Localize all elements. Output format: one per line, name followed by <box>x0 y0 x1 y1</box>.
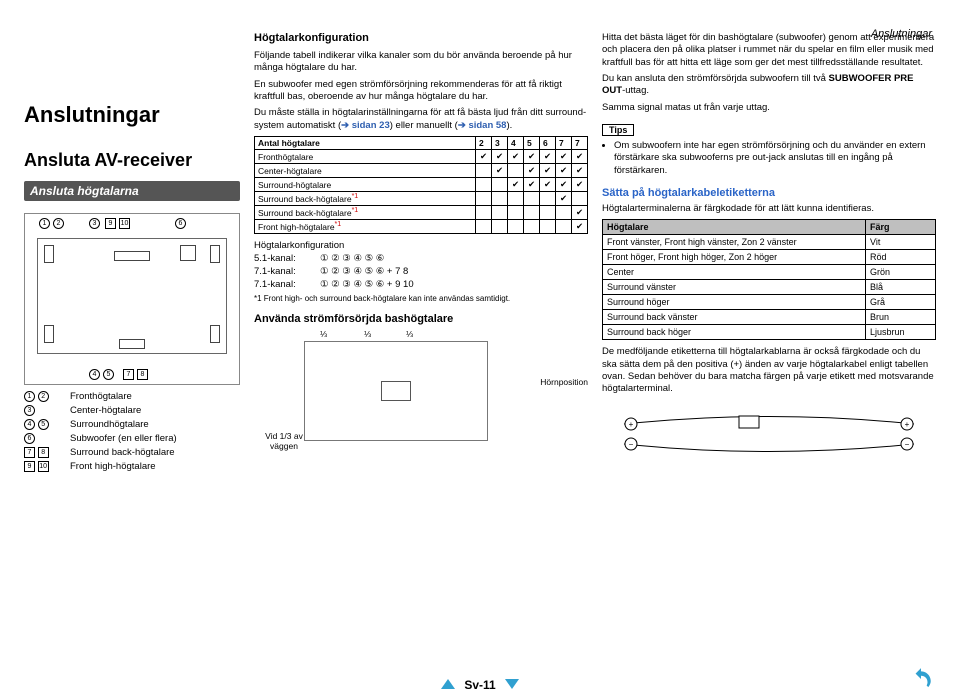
table-header: Antal högtalare <box>255 137 476 150</box>
page-link[interactable]: ➔ sidan 23 <box>341 120 390 131</box>
table-row-label: Center-högtalare <box>255 164 476 178</box>
enum-1: 1 <box>39 218 50 229</box>
tips-label: Tips <box>602 124 634 136</box>
enum-5: 5 <box>103 369 114 380</box>
speaker-icon <box>44 325 54 343</box>
room-outline <box>37 238 227 354</box>
enum-4: 4 <box>89 369 100 380</box>
page-title: Anslutningar <box>24 102 240 128</box>
speaker-count-table: Antal högtalare 2345677 Fronthögtalare✔✔… <box>254 136 588 234</box>
footnote: *1 Front high- och surround back-högtala… <box>254 294 588 303</box>
enum-6: 6 <box>175 218 186 229</box>
legend-text: Front high-högtalare <box>70 461 156 472</box>
paragraph: En subwoofer med egen strömförsörjning r… <box>254 79 588 104</box>
paragraph: Du måste ställa in högtalarinställningar… <box>254 107 588 132</box>
speaker-icon <box>44 245 54 263</box>
config-list: Högtalarkonfiguration 5.1-kanal:① ② ③ ④ … <box>254 240 588 290</box>
right-column: Hitta det bästa läget för din bashögtala… <box>602 32 936 472</box>
paragraph: Samma signal matas ut från varje uttag. <box>602 102 936 114</box>
legend-text: Surround back-högtalare <box>70 447 175 458</box>
right-heading: Sätta på högtalarkabeletiketterna <box>602 187 936 199</box>
table-row-label: Surround back-högtalare*1 <box>255 192 476 206</box>
center-speaker-icon <box>114 251 150 261</box>
table-row-label: Surround-högtalare <box>255 178 476 192</box>
svg-text:+: + <box>905 420 910 429</box>
header-right-label: Anslutningar <box>871 28 932 40</box>
left-column: Anslutningar Ansluta AV-receiver Ansluta… <box>24 32 240 472</box>
legend-text: Subwoofer (en eller flera) <box>70 433 177 444</box>
page-number: Sv-11 <box>464 678 495 692</box>
tip-item: Om subwoofern inte har egen strömförsörj… <box>614 140 936 177</box>
mid-heading-2: Använda strömförsörjda bashögtalare <box>254 313 588 325</box>
enum-10: 10 <box>119 218 130 229</box>
page-footer: Sv-11 <box>0 678 960 692</box>
room-outline <box>304 341 488 441</box>
page-link[interactable]: ➔ sidan 58 <box>458 120 507 131</box>
enum-9: 9 <box>105 218 116 229</box>
next-page-icon[interactable] <box>505 679 519 689</box>
paragraph: De medföljande etiketterna till högtalar… <box>602 346 936 395</box>
section-title: Ansluta AV-receiver <box>24 150 240 171</box>
subwoofer-icon <box>180 245 196 261</box>
prev-page-icon[interactable] <box>441 679 455 689</box>
tv-icon <box>381 381 411 401</box>
legend-text: Surroundhögtalare <box>70 419 149 430</box>
subsection-bar: Ansluta högtalarna <box>24 181 240 201</box>
paragraph: Högtalarterminalerna är färgkodade för a… <box>602 203 936 215</box>
speaker-icon <box>210 245 220 263</box>
third-wall-label: Vid 1/3 av väggen <box>254 431 314 451</box>
table-row-label: Fronthögtalare <box>255 150 476 164</box>
svg-text:−: − <box>905 440 910 449</box>
back-icon[interactable] <box>908 666 934 692</box>
speaker-icon <box>210 325 220 343</box>
middle-column: Högtalarkonfiguration Följande tabell in… <box>254 32 588 472</box>
speaker-layout-diagram: 1 2 3 9 10 6 4 5 7 8 <box>24 213 240 385</box>
color-table: HögtalareFärg Front vänster, Front high … <box>602 219 936 340</box>
svg-text:−: − <box>629 440 634 449</box>
sofa-icon <box>119 339 145 349</box>
enum-8: 8 <box>137 369 148 380</box>
paragraph: Du kan ansluta den strömförsörjda subwoo… <box>602 73 936 98</box>
cable-label-diagram: + + − − <box>602 404 936 464</box>
enum-2: 2 <box>53 218 64 229</box>
table-row-label: Surround back-högtalare*1 <box>255 206 476 220</box>
legend-text: Fronthögtalare <box>70 391 132 402</box>
table-row-label: Front high-högtalare*1 <box>255 220 476 234</box>
subwoofer-placement-diagram: ⅓ ⅓ ⅓ Hörnposition Vid 1/3 av väggen <box>254 331 588 451</box>
speaker-legend: 1 2Fronthögtalare 3Center-högtalare 4 5S… <box>24 391 240 472</box>
legend-text: Center-högtalare <box>70 405 141 416</box>
enum-7: 7 <box>123 369 134 380</box>
enum-3: 3 <box>89 218 100 229</box>
mid-heading: Högtalarkonfiguration <box>254 32 588 44</box>
corner-position-label: Hörnposition <box>540 377 588 387</box>
config-heading: Högtalarkonfiguration <box>254 240 588 251</box>
svg-text:+: + <box>629 420 634 429</box>
paragraph: Följande tabell indikerar vilka kanaler … <box>254 50 588 75</box>
